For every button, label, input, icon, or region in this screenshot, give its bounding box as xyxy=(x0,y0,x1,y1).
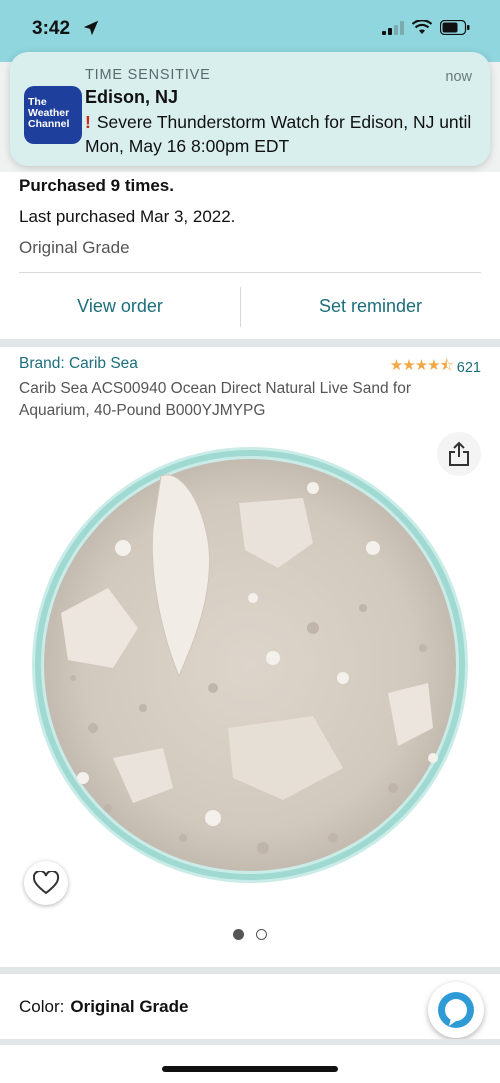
notification-title: Edison, NJ xyxy=(85,87,179,107)
view-order-button[interactable]: View order xyxy=(0,273,240,339)
share-button[interactable] xyxy=(437,432,481,476)
purchased-grade: Original Grade xyxy=(19,238,130,257)
home-indicator[interactable] xyxy=(162,1066,338,1072)
star-rating-icon: ★★★★⯪ xyxy=(389,357,454,374)
wifi-icon xyxy=(412,20,432,34)
set-reminder-button[interactable]: Set reminder xyxy=(241,273,500,339)
product-title: Carib Sea ACS00940 Ocean Direct Natural … xyxy=(19,380,412,419)
image-pager[interactable] xyxy=(0,929,500,940)
alexa-button[interactable] xyxy=(428,982,484,1038)
notification-message: Severe Thunderstorm Watch for Edison, NJ… xyxy=(85,112,472,156)
section-separator xyxy=(0,339,500,347)
share-icon xyxy=(449,441,469,466)
section-separator xyxy=(0,967,500,974)
sand-dish-image xyxy=(32,447,468,883)
brand-link[interactable]: Brand: Carib Sea xyxy=(19,355,138,373)
notification-kicker: TIME SENSITIVE xyxy=(85,67,211,83)
status-icons xyxy=(382,20,470,35)
heart-icon xyxy=(33,871,59,895)
color-selector: Color: Original Grade xyxy=(19,997,188,1017)
battery-icon xyxy=(440,20,470,35)
rating[interactable]: ★★★★⯪ 621 xyxy=(390,355,481,380)
location-arrow-icon xyxy=(83,20,99,36)
order-actions: View order Set reminder xyxy=(0,273,500,339)
product-image[interactable] xyxy=(13,428,487,902)
color-label: Color: xyxy=(19,997,65,1016)
rating-count: 621 xyxy=(456,359,481,376)
status-time: 3:42 xyxy=(32,18,71,39)
logo-text: The Weather Channel xyxy=(28,96,70,130)
notification-time: now xyxy=(445,69,472,85)
purchase-count: Purchased 9 times. xyxy=(19,176,174,195)
notification-banner[interactable]: The Weather Channel TIME SENSITIVE now E… xyxy=(10,52,490,166)
pager-dot[interactable] xyxy=(256,929,267,940)
last-purchased: Last purchased Mar 3, 2022. xyxy=(19,207,236,226)
alexa-icon xyxy=(438,992,474,1028)
wishlist-button[interactable] xyxy=(24,861,68,905)
weather-channel-logo: The Weather Channel xyxy=(24,86,82,144)
pager-dot-active[interactable] xyxy=(233,929,244,940)
color-value: Original Grade xyxy=(70,997,189,1016)
signal-icon xyxy=(382,20,404,35)
section-separator xyxy=(0,1039,500,1045)
notification-body: ! Severe Thunderstorm Watch for Edison, N… xyxy=(85,110,480,158)
alert-icon: ! xyxy=(85,112,91,132)
